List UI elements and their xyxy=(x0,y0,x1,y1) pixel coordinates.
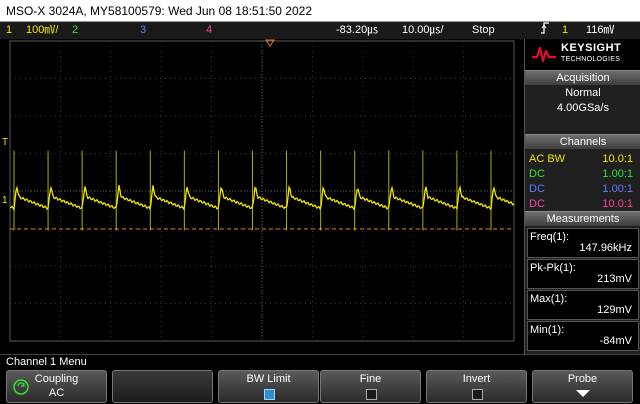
brand-name: KEYSIGHT xyxy=(561,42,622,54)
submenu-arrow-icon xyxy=(576,390,590,397)
measurement-value: 147.96kHz xyxy=(579,242,632,254)
acquisition-mode: Normal xyxy=(565,87,601,99)
horizontal-delay[interactable]: -83.20㎲ xyxy=(336,22,378,39)
fine-softkey[interactable]: Fine xyxy=(320,370,421,403)
channel-coupling: DC xyxy=(529,198,545,210)
fine-label: Fine xyxy=(359,373,382,385)
measurement-box[interactable]: Min(1): -84mV xyxy=(527,321,639,351)
measurement-label: Min(1): xyxy=(530,324,565,336)
ch1-scale[interactable]: 100㎷/ xyxy=(26,22,58,39)
acquisition-heading[interactable]: Acquisition xyxy=(525,70,640,85)
measurement-box[interactable]: Freq(1): 147.96kHz xyxy=(527,228,639,258)
channel-row-2[interactable]: DC 1.00:1 xyxy=(527,167,639,182)
trigger-level[interactable]: 116㎷ xyxy=(586,22,615,39)
channel-probe-ratio: 10.0:1 xyxy=(602,153,633,165)
softkey-bar: Coupling AC BW Limit Fine Invert Probe xyxy=(0,368,640,404)
fine-checkbox[interactable] xyxy=(366,389,377,400)
channel-coupling: DC xyxy=(529,168,545,180)
run-state: Stop xyxy=(472,24,495,36)
ch3-number[interactable]: 3 xyxy=(140,22,146,39)
channel-coupling: AC BW xyxy=(529,153,566,165)
channels-heading[interactable]: Channels xyxy=(525,134,640,149)
menu-title: Channel 1 Menu xyxy=(0,354,640,368)
ch1-number[interactable]: 1 xyxy=(6,22,12,39)
ground-marker: 1 xyxy=(2,195,8,206)
title-bar: MSO-X 3024A, MY58100579: Wed Jun 08 18:5… xyxy=(0,0,640,22)
instrument-title: MSO-X 3024A, MY58100579: Wed Jun 08 18:5… xyxy=(6,4,312,18)
bw-limit-checkbox[interactable] xyxy=(264,389,275,400)
channel-row-3[interactable]: DC 1.00:1 xyxy=(527,182,639,197)
ch2-number[interactable]: 2 xyxy=(72,22,78,39)
measurement-box[interactable]: Max(1): 129mV xyxy=(527,290,639,320)
invert-label: Invert xyxy=(462,373,491,385)
acquisition-rate: 4.00GSa/s xyxy=(557,102,609,114)
side-panel: KEYSIGHT TECHNOLOGIES Acquisition Normal… xyxy=(524,39,640,354)
coupling-value: AC xyxy=(48,387,65,399)
probe-softkey[interactable]: Probe xyxy=(532,370,633,403)
bw-limit-softkey[interactable]: BW Limit xyxy=(218,370,319,403)
channel-row-1[interactable]: AC BW 10.0:1 xyxy=(527,152,639,167)
coupling-label: Coupling xyxy=(34,373,79,385)
channel-probe-ratio: 1.00:1 xyxy=(602,183,633,195)
measurement-box[interactable]: Pk-Pk(1): 213mV xyxy=(527,259,639,289)
waveform-display[interactable]: 1T xyxy=(0,39,524,354)
channel-coupling: DC xyxy=(529,183,545,195)
invert-checkbox[interactable] xyxy=(472,389,483,400)
ch4-number[interactable]: 4 xyxy=(206,22,212,39)
trigger-marker: T xyxy=(2,137,8,148)
bw-limit-label: BW Limit xyxy=(246,373,291,385)
probe-label: Probe xyxy=(567,373,598,385)
waveform-graticule: 1T xyxy=(2,39,515,342)
keysight-wave-icon xyxy=(532,46,556,63)
measurement-value: 213mV xyxy=(597,273,632,285)
brand-sub: TECHNOLOGIES xyxy=(561,56,621,63)
measurement-label: Max(1): xyxy=(530,293,568,305)
invert-softkey[interactable]: Invert xyxy=(426,370,527,403)
measurement-value: -84mV xyxy=(599,335,632,347)
measurement-label: Freq(1): xyxy=(530,231,570,243)
trigger-channel: 1 xyxy=(562,24,569,36)
measurements-heading[interactable]: Measurements xyxy=(525,211,640,226)
channel-probe-ratio: 10.0:1 xyxy=(602,198,633,210)
measurement-value: 129mV xyxy=(597,304,632,316)
rising-edge-trigger-icon xyxy=(540,22,550,40)
empty-softkey-2[interactable] xyxy=(112,370,213,403)
timebase-scale[interactable]: 10.00㎲/ xyxy=(402,22,444,39)
keysight-logo: KEYSIGHT TECHNOLOGIES xyxy=(525,39,640,70)
channel-row-4[interactable]: DC 10.0:1 xyxy=(527,197,639,212)
status-bar: 1 100㎷/ 2 3 4 -83.20㎲ 10.00㎲/ Stop 1 116… xyxy=(0,22,640,39)
measurement-label: Pk-Pk(1): xyxy=(530,262,576,274)
channel-probe-ratio: 1.00:1 xyxy=(602,168,633,180)
coupling-softkey[interactable]: Coupling AC xyxy=(6,370,107,403)
